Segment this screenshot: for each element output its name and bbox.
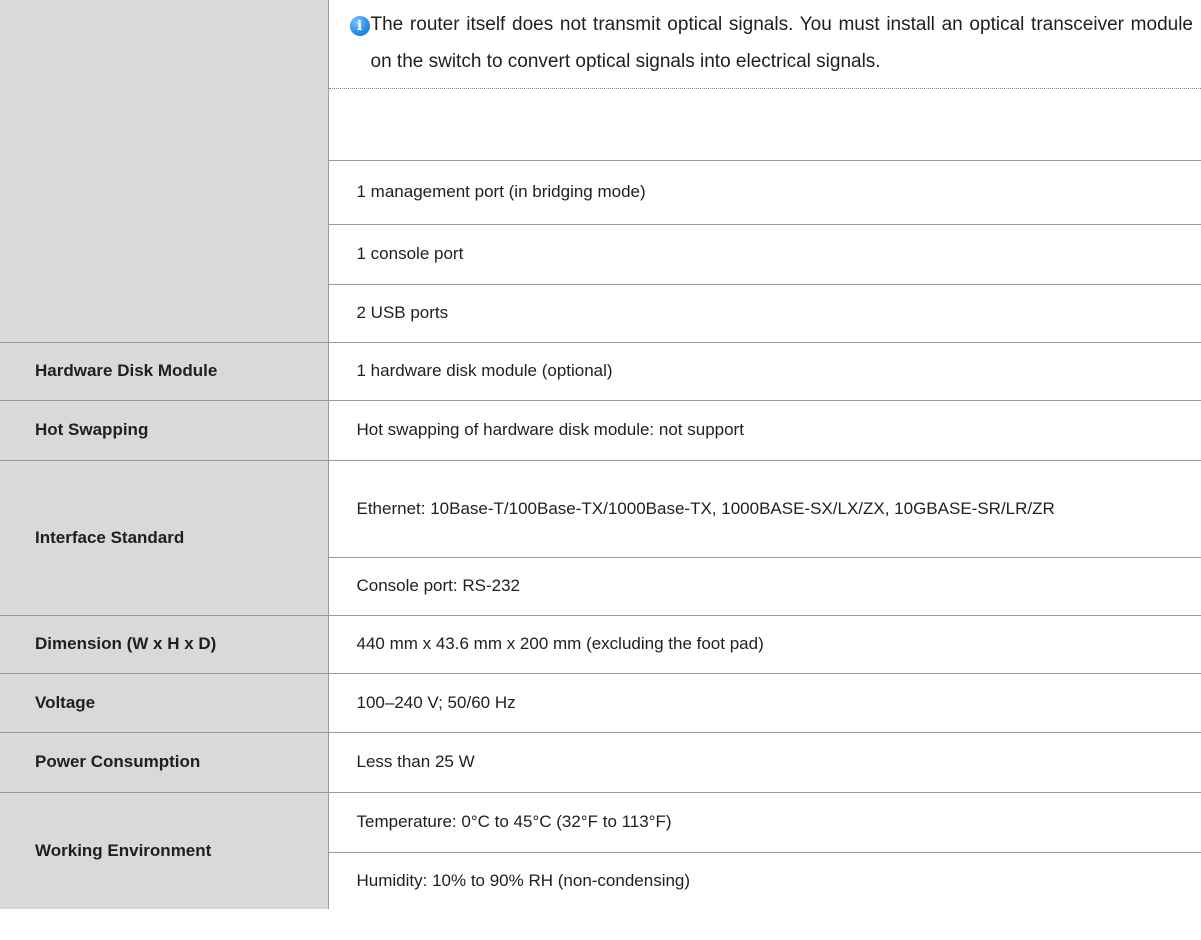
cell-value: 440 mm x 43.6 mm x 200 mm (excluding the… (328, 615, 1201, 674)
cell-value: Humidity: 10% to 90% RH (non-condensing) (356, 870, 691, 890)
table-row: Hardware Disk Module 1 hardware disk mod… (0, 342, 1201, 401)
cell-value: Console port: RS-232 (328, 557, 1201, 616)
table-row: Working Environment Temperature: 0°C to … (0, 792, 1201, 909)
note-text: The router itself does not transmit opti… (370, 14, 1194, 72)
table-row: Voltage 100–240 V; 50/60 Hz (0, 673, 1201, 733)
row-label-environment: Working Environment (0, 792, 329, 909)
table-row: Power Consumption Less than 25 W (0, 732, 1201, 793)
row-label-hardware-disk: Hardware Disk Module (0, 342, 329, 401)
cell-value: Ethernet: 10Base-T/100Base-TX/1000Base-T… (328, 460, 1201, 558)
row-label-ports (0, 0, 329, 343)
cell-value: 1 hardware disk module (optional) (328, 342, 1201, 401)
cell-value: 1 management port (in bridging mode) (328, 160, 1201, 225)
table-row: Hot Swapping Hot swapping of hardware di… (0, 400, 1201, 461)
note-box: i The router itself does not transmit op… (328, 0, 1201, 89)
cell-value: Less than 25 W (328, 732, 1201, 793)
row-label-power: Power Consumption (0, 732, 329, 793)
row-label-interface-standard: Interface Standard (0, 460, 329, 616)
cell-value: 1 console port (328, 224, 1201, 285)
cell-value: Hot swapping of hardware disk module: no… (328, 400, 1201, 461)
cell-value: Temperature: 0°C to 45°C (32°F to 113°F) (328, 792, 1201, 853)
info-icon: i (349, 16, 370, 36)
table-row: Interface Standard Ethernet: 10Base-T/10… (0, 460, 1201, 616)
note-cell: i The router itself does not transmit op… (328, 0, 1201, 161)
spec-table: i The router itself does not transmit op… (0, 0, 1201, 909)
cell-value: 100–240 V; 50/60 Hz (328, 673, 1201, 733)
row-label-dimension: Dimension (W x H x D) (0, 615, 329, 674)
table-row: Dimension (W x H x D) 440 mm x 43.6 mm x… (0, 615, 1201, 674)
row-label-voltage: Voltage (0, 673, 329, 733)
cell-value: 2 USB ports (328, 284, 1201, 343)
row-label-hot-swapping: Hot Swapping (0, 400, 329, 461)
table-row: i The router itself does not transmit op… (0, 0, 1201, 343)
